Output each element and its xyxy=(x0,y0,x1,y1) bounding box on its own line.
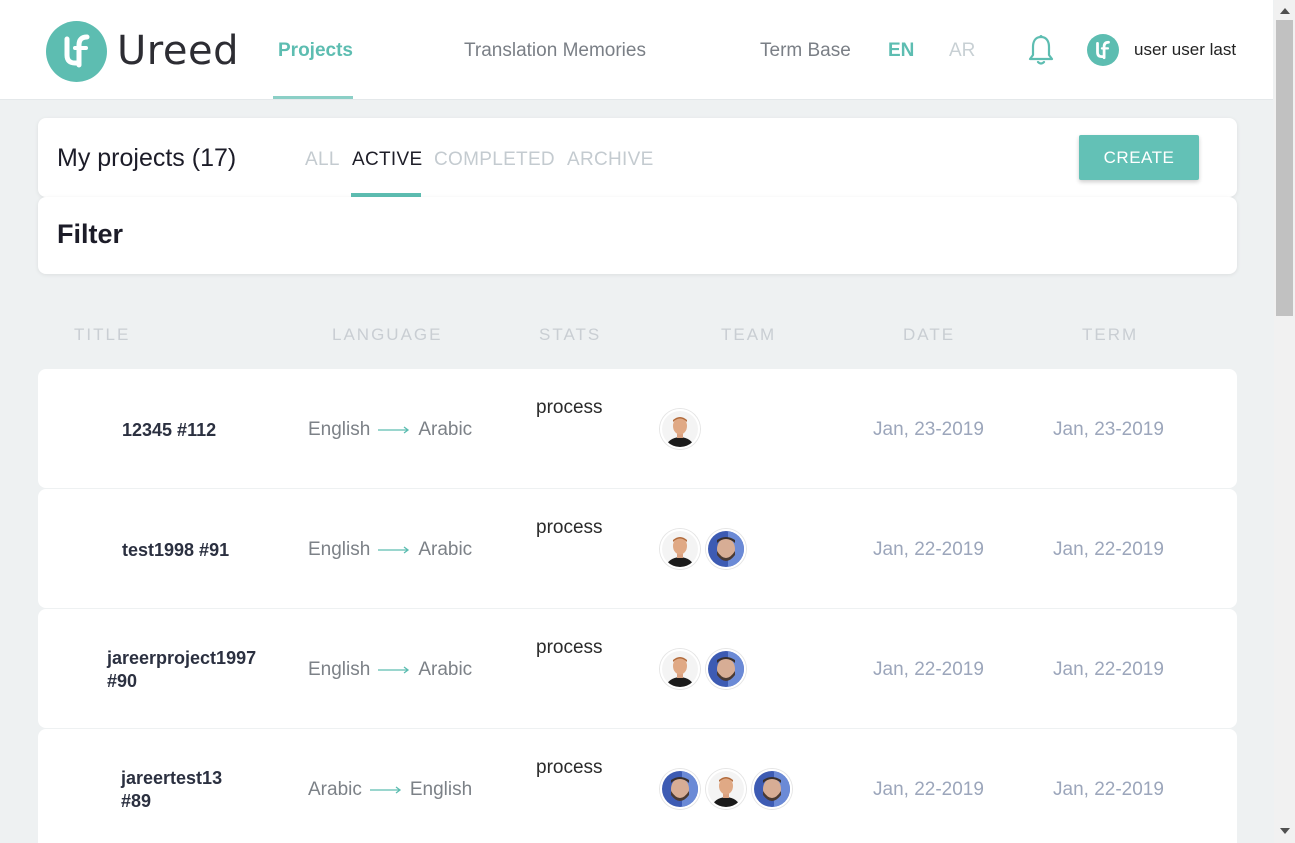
source-language: English xyxy=(308,659,371,680)
man-avatar[interactable] xyxy=(660,529,700,569)
arrow-right-icon xyxy=(378,426,410,434)
arrow-right-icon xyxy=(378,666,410,674)
projects-toolbar: My projects (17) ALL ACTIVE COMPLETED AR… xyxy=(38,118,1237,197)
project-status: process xyxy=(536,637,603,658)
project-term: Jan, 22-2019 xyxy=(1053,779,1164,800)
tab-all[interactable]: ALL xyxy=(305,149,340,171)
column-header-stats: STATS xyxy=(539,325,602,344)
target-language: Arabic xyxy=(418,659,473,680)
source-language: English xyxy=(308,419,371,440)
team-members xyxy=(660,649,752,689)
scroll-down-icon[interactable] xyxy=(1280,828,1290,834)
team-members xyxy=(660,769,798,809)
target-language: Arabic xyxy=(418,419,473,440)
scroll-up-icon[interactable] xyxy=(1280,8,1290,14)
arrow-right-icon xyxy=(369,786,401,794)
column-header-team: TEAM xyxy=(721,325,777,344)
language-pair: English Arabic xyxy=(308,539,472,561)
tab-archive[interactable]: ARCHIVE xyxy=(567,149,654,171)
column-header-language: LANGUAGE xyxy=(332,325,443,344)
project-term: Jan, 22-2019 xyxy=(1053,539,1164,560)
language-pair: English Arabic xyxy=(308,659,472,681)
project-title[interactable]: 12345 #112 xyxy=(122,419,216,442)
bearded-man-avatar[interactable] xyxy=(706,529,746,569)
nav-active-indicator xyxy=(273,96,353,99)
column-header-title: TITLE xyxy=(74,325,131,344)
project-row[interactable]: jareertest13 #89 Arabic English process … xyxy=(38,729,1237,843)
language-pair: English Arabic xyxy=(308,419,472,441)
lang-ar-button[interactable]: AR xyxy=(949,40,975,62)
source-language: Arabic xyxy=(308,779,362,800)
language-pair: Arabic English xyxy=(308,779,472,801)
project-date: Jan, 22-2019 xyxy=(873,779,984,800)
page-title: My projects (17) xyxy=(57,144,237,172)
create-button[interactable]: CREATE xyxy=(1079,135,1199,180)
vertical-scrollbar[interactable] xyxy=(1274,0,1295,843)
project-title[interactable]: jareerproject1997 #90 xyxy=(107,647,256,693)
ureed-logo[interactable]: Ureed xyxy=(46,20,239,82)
project-status: process xyxy=(536,757,603,778)
top-navbar: Ureed Projects Translation Memories Term… xyxy=(0,0,1273,100)
bearded-man-avatar[interactable] xyxy=(706,649,746,689)
man-avatar[interactable] xyxy=(660,409,700,449)
arrow-right-icon xyxy=(378,546,410,554)
logo-text: Ureed xyxy=(117,28,239,74)
bearded-man-avatar[interactable] xyxy=(752,769,792,809)
tab-active[interactable]: ACTIVE xyxy=(352,149,422,171)
project-status: process xyxy=(536,517,603,538)
scroll-thumb[interactable] xyxy=(1276,20,1293,316)
project-title[interactable]: test1998 #91 xyxy=(122,539,229,562)
project-term: Jan, 22-2019 xyxy=(1053,659,1164,680)
project-title[interactable]: jareertest13 #89 xyxy=(121,767,222,813)
project-row[interactable]: 12345 #112 English Arabic process Jan, 2… xyxy=(38,369,1237,488)
man-avatar[interactable] xyxy=(706,769,746,809)
project-row[interactable]: jareerproject1997 #90 English Arabic pro… xyxy=(38,609,1237,728)
source-language: English xyxy=(308,539,371,560)
target-language: Arabic xyxy=(418,539,473,560)
bearded-man-avatar[interactable] xyxy=(660,769,700,809)
filter-title: Filter xyxy=(57,219,124,249)
nav-projects[interactable]: Projects xyxy=(278,40,353,62)
project-date: Jan, 22-2019 xyxy=(873,539,984,560)
project-date: Jan, 22-2019 xyxy=(873,659,984,680)
ureed-logo-icon xyxy=(46,20,107,82)
column-header-term: TERM xyxy=(1082,325,1139,344)
man-avatar[interactable] xyxy=(660,649,700,689)
bell-icon[interactable] xyxy=(1028,34,1054,66)
user-avatar[interactable] xyxy=(1087,34,1119,66)
team-members xyxy=(660,529,752,569)
project-date: Jan, 23-2019 xyxy=(873,419,984,440)
nav-term-base[interactable]: Term Base xyxy=(760,40,851,62)
column-header-date: DATE xyxy=(903,325,956,344)
tab-completed[interactable]: COMPLETED xyxy=(434,149,555,171)
filter-panel[interactable]: Filter xyxy=(38,197,1237,274)
project-status: process xyxy=(536,397,603,418)
lang-en-button[interactable]: EN xyxy=(888,40,914,62)
project-row[interactable]: test1998 #91 English Arabic process Jan,… xyxy=(38,489,1237,608)
target-language: English xyxy=(409,779,473,800)
user-name[interactable]: user user last xyxy=(1134,40,1236,60)
project-term: Jan, 23-2019 xyxy=(1053,419,1164,440)
team-members xyxy=(660,409,706,449)
nav-translation-memories[interactable]: Translation Memories xyxy=(464,40,646,62)
